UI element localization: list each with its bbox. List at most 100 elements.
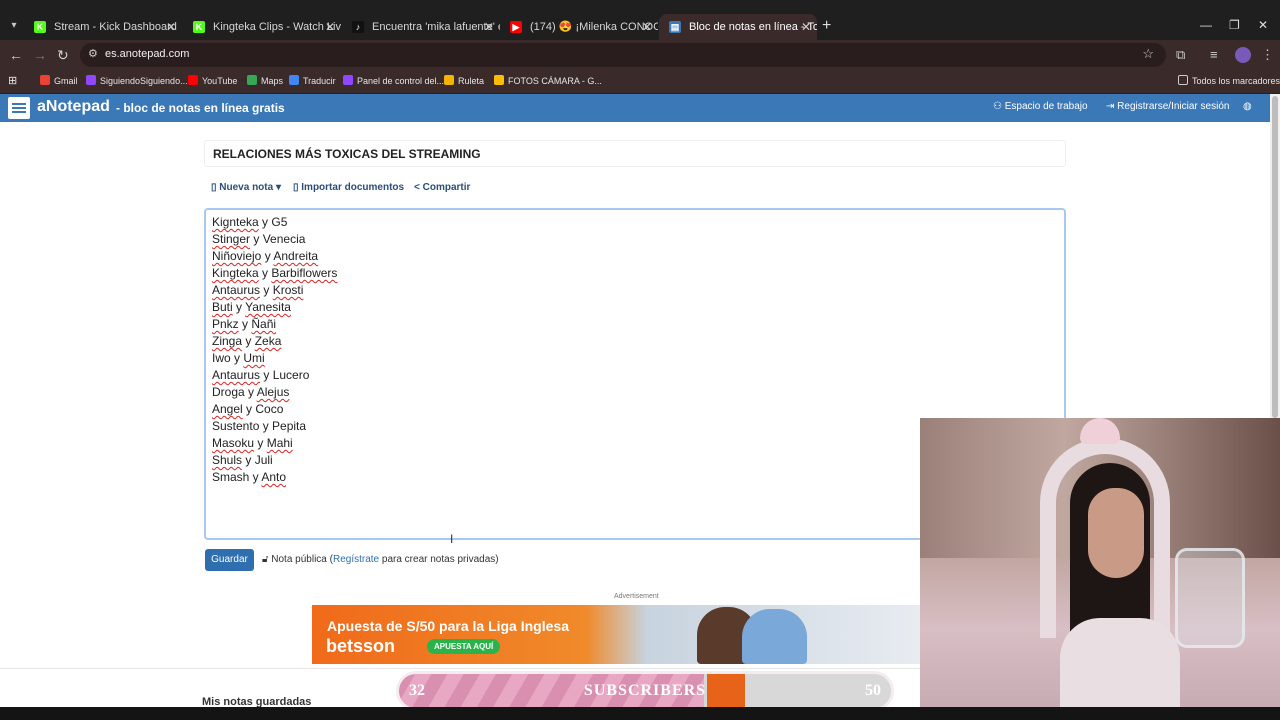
misspelled-word: Masoku [212,436,255,450]
minimize-icon[interactable]: — [1200,18,1212,32]
browser-tab[interactable]: ♪ Encuentra 'mika lafuente' en Ti✕ [342,14,500,40]
bookmark-label: Gmail [54,76,78,86]
tab-title: Stream - Kick Dashboard [54,21,177,33]
menu-icon[interactable]: ⋮ [1261,47,1274,63]
note-text: y [260,283,273,297]
bookmark-item[interactable]: Traducir [289,75,336,86]
language-icon[interactable]: ◍ [1243,101,1252,112]
misspelled-word: Shuls [212,453,243,467]
apps-icon[interactable]: ⊞ [8,74,17,87]
back-icon[interactable]: ← [9,47,23,63]
bookmark-item[interactable]: Panel de control del... [343,75,444,86]
misspelled-word: Antaurus [212,283,261,297]
bookmark-item[interactable]: SiguiendoSiguiendo... [86,75,188,86]
browser-tab[interactable]: K Kingteka Clips - Watch Live on✕ [183,14,341,40]
tab-close-icon[interactable]: ✕ [325,14,335,40]
tab-favicon-icon: K [34,21,46,33]
note-text: Smash y [212,470,262,484]
signin-link[interactable]: ⇥ Registrarse/Iniciar sesión [1106,101,1229,112]
all-bookmarks[interactable]: Todos los marcadores [1178,75,1280,86]
new-tab-button[interactable]: + [822,18,831,34]
ad-brand: betsson [326,636,396,656]
site-tagline: - bloc de notas en línea gratis [116,101,285,115]
betsson-ad-banner[interactable]: Apuesta de S/50 para la Liga Inglesa bet… [312,605,920,664]
site-header: aNotepad - bloc de notas en línea gratis… [0,94,1270,122]
goal-label: SUBSCRIBERS [583,682,707,699]
bookmark-star-icon[interactable]: ☆ [1142,46,1154,62]
import-documents-link[interactable]: ▯ Importar documentos [293,182,404,193]
ad-headline: Apuesta de S/50 para la Liga Inglesa [327,618,569,634]
notepad-logo-icon[interactable] [8,97,30,119]
site-info-icon[interactable]: ⚙ [88,47,98,60]
note-line: Stinger y Venecia [212,231,1058,248]
bookmark-favicon-icon [86,75,96,85]
bookmark-label: YouTube [202,76,238,86]
note-text: Sustento y Pepita [212,419,307,433]
browser-tab[interactable]: K Stream - Kick Dashboard ✕ [24,14,182,40]
tab-close-icon[interactable]: ✕ [484,14,494,40]
note-line: Pnkz y Ñañi [212,316,1058,333]
bookmark-label: Panel de control del... [357,76,445,86]
bookmark-item[interactable]: FOTOS CÁMARA - G... [494,75,602,86]
tab-close-icon[interactable]: ✕ [642,14,652,40]
note-text: y [232,300,246,314]
note-text: y [254,436,267,450]
address-bar[interactable]: ⚙ es.anotepad.com ☆ [80,43,1166,67]
ad-cta-button[interactable]: APUESTA AQUÍ [427,639,501,654]
bookmark-favicon-icon [40,75,50,85]
note-line: Iwo y Umi [212,350,1058,367]
misspelled-word: Anto [261,470,287,484]
note-text: y Juli [242,453,273,467]
bookmark-item[interactable]: Gmail [40,75,78,86]
misspelled-word: Ñañi [251,317,277,331]
note-line: Zinga y Zeka [212,333,1058,350]
bookmark-item[interactable]: YouTube [188,75,237,86]
bookmark-item[interactable]: Maps [247,75,283,86]
reload-icon[interactable]: ↻ [57,47,69,63]
note-text: y [238,317,252,331]
note-line: Antaurus y Lucero [212,367,1058,384]
note-title-input[interactable]: RELACIONES MÁS TOXICAS DEL STREAMING [204,140,1066,167]
browser-tab[interactable]: ▤ Bloc de notas en línea - Toma y✕ [659,14,817,40]
misspelled-word: Kingteka [212,266,259,280]
share-link[interactable]: < Compartir [414,182,470,193]
bookmark-label: Maps [261,76,284,86]
note-line: Kignteka y G5 [212,214,1058,231]
misspelled-word: Angel [212,402,243,416]
bookmark-favicon-icon [494,75,504,85]
scrollbar-thumb[interactable] [1272,96,1278,418]
tab-title: Kingteka Clips - Watch Live on [213,21,341,33]
url-text[interactable]: es.anotepad.com [105,48,189,60]
tab-close-icon[interactable]: ✕ [166,14,176,40]
divider [0,668,920,669]
extensions-icon[interactable]: ⧉ [1176,47,1185,63]
site-brand[interactable]: aNotepad [37,98,110,116]
note-line: Angel y Coco [212,401,1058,418]
note-text: y [242,334,255,348]
note-text: y G5 [258,215,288,229]
webcam-person-body [1060,618,1180,720]
bookmark-item[interactable]: Ruleta [444,75,484,86]
forward-icon[interactable]: → [33,47,47,63]
tab-close-icon[interactable]: ✕ [801,14,811,40]
profile-avatar[interactable] [1235,47,1251,63]
misspelled-word: Umi [243,351,265,365]
browser-tab[interactable]: ▶ (174) 😍 ¡Milenka CONOCERÁ✕ [500,14,658,40]
new-note-menu[interactable]: ▯ Nueva nota ▾ [211,182,281,193]
misspelled-word: Mahi [266,436,293,450]
note-text: Droga y [212,385,257,399]
workspace-link[interactable]: ⚇ Espacio de trabajo [993,101,1088,112]
close-window-icon[interactable]: ✕ [1258,18,1268,32]
media-icon[interactable]: ≡ [1210,47,1218,62]
register-link[interactable]: Regístrate [333,554,379,565]
note-text: y [258,266,272,280]
tab-search-icon[interactable]: ▾ [6,18,22,34]
bookmark-label: FOTOS CÁMARA - G... [508,76,602,86]
tab-title: (174) 😍 ¡Milenka CONOCERÁ [530,21,658,33]
note-line: Droga y Alejus [212,384,1058,401]
misspelled-word: Niñoviejo [212,249,262,263]
misspelled-word: Zinga [212,334,243,348]
maximize-icon[interactable]: ❐ [1229,18,1240,32]
note-line: Antaurus y Krosti [212,282,1058,299]
save-button[interactable]: Guardar [205,549,254,571]
